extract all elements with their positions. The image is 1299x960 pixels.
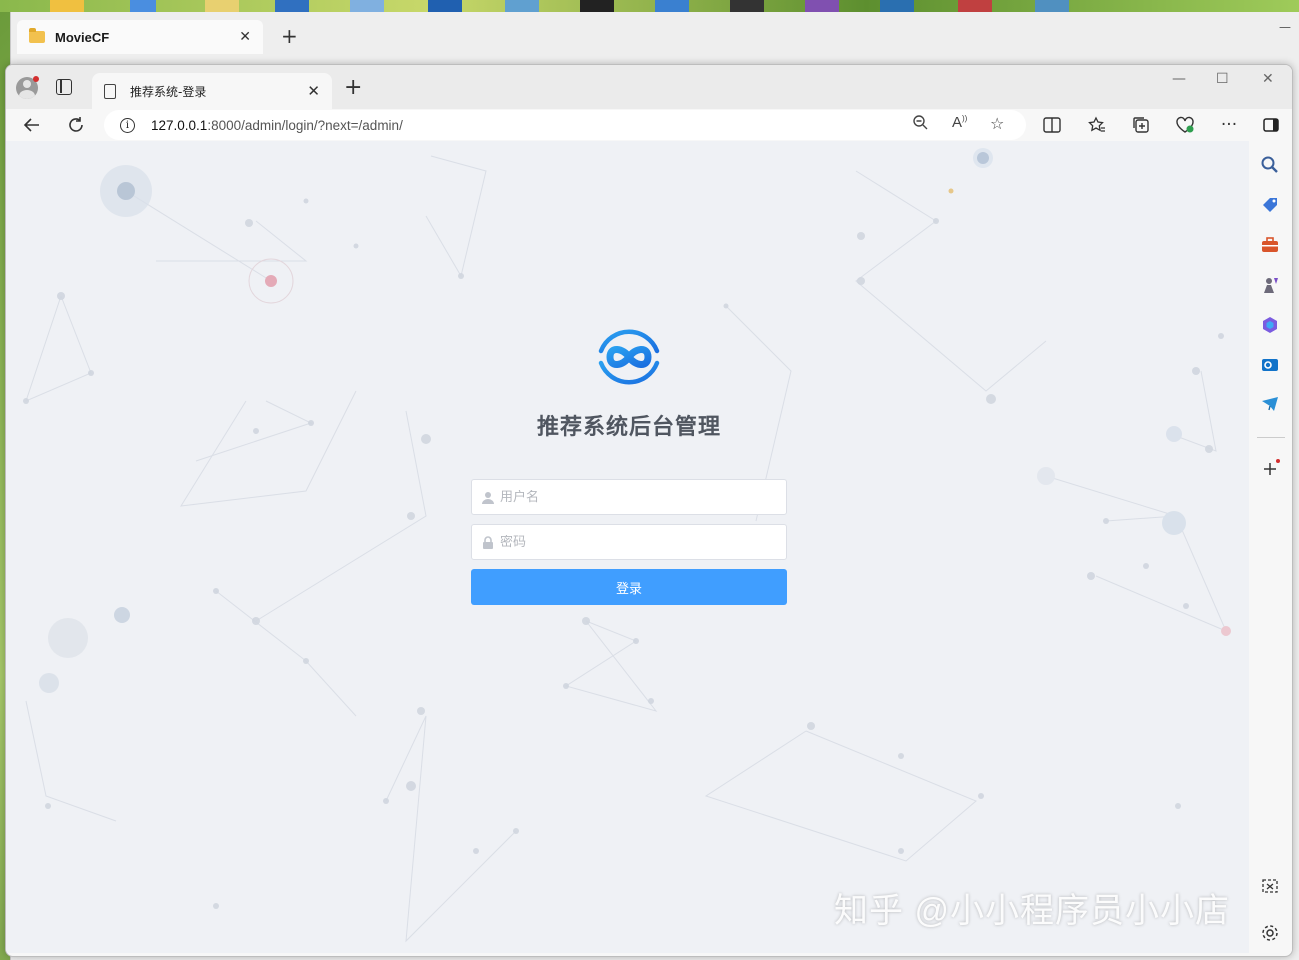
browser-titlebar: 推荐系统-登录 ✕ + — ☐ ✕ — [6, 65, 1292, 109]
settings-icon[interactable] — [1260, 923, 1280, 943]
shopping-tag-icon[interactable] — [1260, 195, 1280, 215]
login-form: 推荐系统后台管理 登录 — [471, 311, 787, 605]
password-input[interactable] — [500, 534, 760, 550]
url-host: 127.0.0.1 — [151, 117, 208, 133]
notification-dot — [33, 76, 39, 82]
username-field[interactable] — [471, 479, 787, 515]
edge-sidebar — [1249, 141, 1292, 953]
explorer-tab-title: MovieCF — [55, 29, 110, 45]
infinity-logo-icon — [598, 329, 660, 385]
url-path: :8000/admin/login/?next=/admin/ — [207, 117, 403, 133]
heart-pulse-icon — [1176, 116, 1194, 133]
outlook-icon[interactable] — [1260, 355, 1280, 375]
tab-actions-icon[interactable] — [56, 79, 72, 95]
minimize-icon[interactable]: — — [1279, 20, 1291, 34]
sidebar-toggle-icon — [1263, 118, 1279, 132]
page-title: 推荐系统后台管理 — [536, 414, 721, 439]
browser-essentials-button[interactable] — [1173, 113, 1197, 137]
back-arrow-icon — [23, 118, 39, 132]
explorer-new-tab-button[interactable]: + — [281, 24, 298, 48]
tab-login[interactable]: 推荐系统-登录 ✕ — [92, 73, 332, 109]
more-options-button[interactable]: ··· — [1217, 113, 1241, 137]
search-icon[interactable] — [1260, 155, 1280, 175]
explorer-tab-bar: MovieCF ✕ + — [11, 12, 1299, 54]
favorites-button[interactable] — [1085, 113, 1109, 137]
favorite-star-icon[interactable]: ☆ — [990, 114, 1004, 133]
close-icon[interactable]: ✕ — [239, 29, 251, 45]
screenshot-icon[interactable] — [1260, 877, 1280, 897]
address-bar[interactable]: i 127.0.0.1:8000/admin/login/?next=/admi… — [104, 110, 1026, 140]
password-field[interactable] — [471, 524, 787, 560]
collections-icon — [1133, 117, 1149, 133]
games-icon[interactable] — [1260, 275, 1280, 295]
refresh-icon — [69, 117, 83, 132]
telegram-icon[interactable] — [1260, 395, 1280, 415]
tab-title: 推荐系统-登录 — [130, 84, 207, 99]
split-screen-icon — [1043, 117, 1061, 133]
folder-icon — [29, 28, 45, 43]
back-button[interactable] — [20, 113, 44, 137]
page-viewport: 推荐系统后台管理 登录 — [6, 141, 1250, 953]
page-icon — [104, 83, 116, 99]
maximize-button[interactable]: ☐ — [1216, 71, 1229, 87]
explorer-tab[interactable]: MovieCF ✕ — [17, 20, 263, 54]
user-icon — [482, 491, 494, 504]
lock-icon — [483, 535, 493, 549]
minimize-button[interactable]: — — [1172, 71, 1186, 87]
login-button[interactable]: 登录 — [471, 569, 787, 605]
info-icon[interactable]: i — [120, 117, 135, 133]
zoom-out-icon[interactable] — [912, 114, 928, 134]
desktop-background — [0, 0, 1299, 12]
copilot-icon[interactable] — [1260, 315, 1280, 335]
username-input[interactable] — [500, 489, 760, 505]
toolbox-icon[interactable] — [1260, 235, 1280, 255]
read-aloud-icon[interactable]: A)) — [952, 114, 967, 131]
favorites-icon — [1088, 116, 1105, 132]
close-icon[interactable]: ✕ — [307, 82, 320, 100]
watermark-text: 知乎 @小小程序员小小店 — [834, 892, 1230, 930]
add-icon[interactable] — [1260, 459, 1280, 479]
browser-toolbar: i 127.0.0.1:8000/admin/login/?next=/admi… — [6, 109, 1292, 141]
split-screen-button[interactable] — [1040, 113, 1064, 137]
browser-window: 推荐系统-登录 ✕ + — ☐ ✕ i 127.0.0.1:8000/admin… — [5, 64, 1293, 957]
sidebar-divider — [1257, 437, 1285, 438]
refresh-button[interactable] — [64, 113, 88, 137]
close-window-button[interactable]: ✕ — [1262, 71, 1274, 87]
sidebar-toggle-button[interactable] — [1259, 113, 1283, 137]
url-text: 127.0.0.1:8000/admin/login/?next=/admin/ — [151, 118, 403, 133]
collections-button[interactable] — [1129, 113, 1153, 137]
new-tab-button[interactable]: + — [344, 75, 362, 100]
